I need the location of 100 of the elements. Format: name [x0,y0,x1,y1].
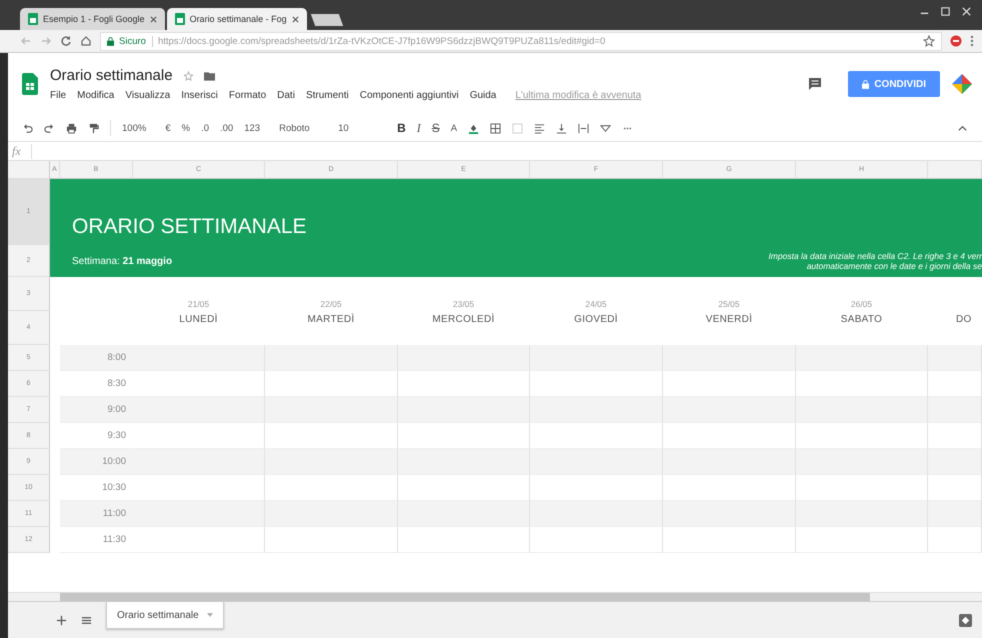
table-cell[interactable] [663,449,796,475]
toolbar-button[interactable]: 123 [244,122,268,134]
explore-icon[interactable] [959,614,972,626]
table-cell[interactable] [133,397,265,423]
table-cell[interactable] [398,449,530,475]
text-rotate-icon[interactable] [600,122,612,134]
toolbar-button[interactable]: S [432,121,440,135]
align-icon[interactable] [534,122,546,134]
table-cell[interactable] [530,527,663,553]
table-cell[interactable] [663,397,796,423]
menu-item[interactable]: File [50,90,66,101]
document-title[interactable]: Orario settimanale [50,67,173,84]
menu-item[interactable]: Inserisci [181,90,218,101]
fill-color-icon[interactable] [468,122,480,134]
table-cell[interactable] [133,527,265,553]
toolbar-button[interactable]: Roboto [279,122,328,134]
star-icon[interactable] [182,70,194,80]
table-cell[interactable] [928,449,982,475]
table-cell[interactable] [530,345,663,371]
close-icon[interactable] [292,16,299,22]
table-cell[interactable] [265,527,398,553]
table-cell[interactable] [796,397,928,423]
menu-item[interactable]: Visualizza [125,90,170,101]
sheets-logo-icon[interactable] [22,73,38,95]
new-tab-button[interactable] [310,14,343,26]
borders-icon[interactable] [490,122,502,134]
table-cell[interactable] [663,345,796,371]
toolbar-button[interactable]: A [450,122,458,134]
star-icon[interactable] [923,35,935,47]
banner-title: ORARIO SETTIMANALE [72,215,307,239]
table-cell[interactable] [663,501,796,527]
table-cell[interactable] [796,449,928,475]
more-icon[interactable] [970,35,974,47]
table-cell[interactable] [265,397,398,423]
table-cell[interactable] [928,527,982,553]
reload-icon[interactable] [60,35,72,47]
toolbar-button[interactable]: 100% [122,122,154,134]
toolbar-button[interactable]: .0 [201,122,209,134]
table-cell[interactable] [133,501,265,527]
menu-item[interactable]: Strumenti [306,90,349,101]
toolbar-button[interactable]: € [165,122,171,134]
address-bar[interactable]: Sicuro https://docs.google.com/spreadsheets/d/1rZa-tVKzOtCE-J7fp16W9PS6dzzjBWQ9T9PUZa811s/edit#gid=0 [100,32,942,50]
table-cell[interactable] [796,527,928,553]
undo-icon[interactable] [22,122,33,134]
scrollbar-thumb[interactable] [60,593,870,601]
home-icon[interactable] [80,35,92,47]
table-cell[interactable] [928,345,982,371]
day-label: GIOVEDÌ [574,314,618,325]
table-cell[interactable] [530,397,663,423]
sheet-tab[interactable]: Orario settimanale [106,602,224,629]
text-wrap-icon[interactable] [578,122,590,134]
table-cell[interactable] [265,449,398,475]
table-cell[interactable] [928,501,982,527]
toolbar-button[interactable]: % [182,122,190,134]
time-cell: 11:30 [60,527,133,553]
menu-item[interactable]: Dati [277,90,295,101]
table-cell[interactable] [663,527,796,553]
table-cell[interactable] [398,501,530,527]
merge-cells-icon[interactable] [512,122,524,134]
table-cell[interactable] [928,397,982,423]
browser-tab[interactable]: Orario settimanale - Fog [166,8,307,30]
vertical-align-icon[interactable] [556,122,568,134]
table-cell[interactable] [796,345,928,371]
date-label: 23/05 [452,299,474,309]
toolbar-button[interactable]: 10 [338,122,386,134]
select-all-corner[interactable] [8,161,50,179]
table-cell[interactable] [133,449,265,475]
forward-icon[interactable] [40,35,52,47]
back-icon[interactable] [20,35,32,47]
redo-icon[interactable] [44,122,55,134]
table-cell[interactable] [530,449,663,475]
add-sheet-icon[interactable] [56,614,67,626]
menu-item[interactable]: Componenti aggiuntivi [360,90,459,101]
color-diamond-icon[interactable] [952,74,972,94]
browser-tab[interactable]: Esempio 1 - Fogli Google [20,8,165,30]
print-icon[interactable] [66,122,77,134]
toolbar-button[interactable]: I [416,120,421,136]
toolbar-button[interactable]: .00 [220,122,234,134]
table-cell[interactable] [265,345,398,371]
column-header[interactable] [928,161,982,179]
stop-sign-icon[interactable] [950,35,962,47]
day-label: SABATO [840,314,882,325]
menu-item[interactable]: Guida [470,90,496,101]
table-cell[interactable] [398,345,530,371]
caret-icon[interactable] [206,613,213,617]
close-icon[interactable] [150,16,157,22]
table-cell[interactable] [530,501,663,527]
folder-icon[interactable] [204,70,215,80]
menu-item[interactable]: Modifica [77,90,114,101]
table-cell[interactable] [398,527,530,553]
table-cell[interactable] [796,501,928,527]
paint-format-icon[interactable] [88,122,99,134]
table-cell[interactable] [265,501,398,527]
maximize-icon[interactable] [940,6,951,17]
toolbar-button[interactable]: B [397,121,406,135]
sheet-list-icon[interactable] [81,614,92,626]
comment-icon[interactable] [808,77,822,91]
menu-item[interactable]: Formato [228,90,266,101]
table-cell[interactable] [398,397,530,423]
table-cell[interactable] [133,345,265,371]
